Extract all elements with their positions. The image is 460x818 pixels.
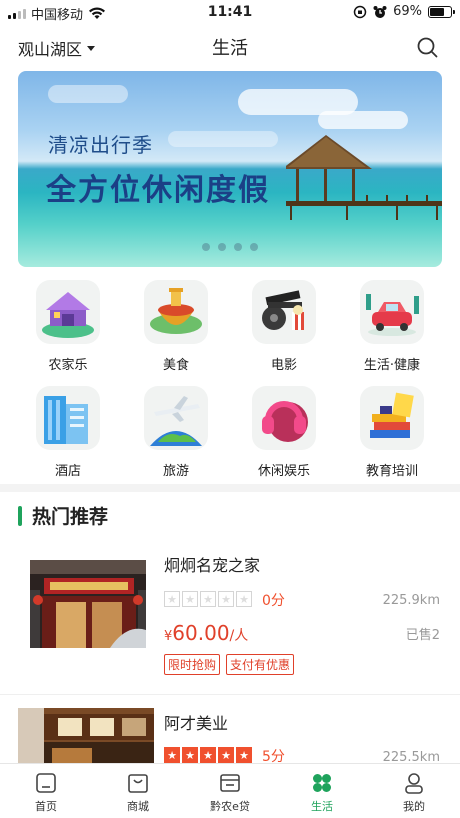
star-icon: ★ [200,591,216,607]
battery-icon [428,5,455,18]
category-label: 教育培训 [365,464,418,479]
distance-label: 225.5km [382,750,440,763]
tab-shopping-bag[interactable]: 商城 [92,764,184,818]
category-item[interactable]: 旅游 [126,386,226,479]
rotation-lock-icon [353,5,367,18]
movie-icon [252,280,316,344]
shop-thumbnail [18,708,154,763]
airplane-icon [144,386,208,450]
shopping-bag-icon [126,771,150,795]
banner-headline: 全方位休闲度假 [46,173,270,208]
distance-label: 225.9km [382,593,440,608]
profile-icon [402,771,426,795]
shop-thumbnail [30,560,146,648]
sold-count: 已售2 [405,628,440,643]
farmhouse-icon [36,280,100,344]
category-label: 农家乐 [48,358,88,373]
beach-hut-illustration [286,135,442,220]
battery-percent: 69% [393,4,422,19]
price-label: ¥60.00/人 [164,621,248,645]
hot-section-header: 热门推荐 [18,502,108,529]
alarm-icon [373,5,387,18]
category-grid: 农家乐 美食 电影 生活·健康酒店 旅游 休闲娱乐 教育培训 [0,280,460,480]
carousel-dot[interactable] [202,243,210,251]
row-divider [0,694,460,695]
car-wash-icon [360,280,424,344]
price-unit: /人 [229,628,249,644]
star-icon: ★ [182,747,198,763]
headphones-icon [252,386,316,450]
tab-label: 我的 [403,800,425,813]
carousel-dot[interactable] [234,243,242,251]
shop-name: 炯炯名宠之家 [164,556,261,575]
carousel-dot[interactable] [218,243,226,251]
status-bar: 中国移动 11:41 69% [0,0,460,24]
carousel-indicator [18,243,442,251]
category-label: 酒店 [54,464,81,479]
promo-tag: 限时抢购 [164,654,221,675]
category-item[interactable]: 休闲娱乐 [234,386,334,479]
rating-stars: ★ ★ ★ ★ ★ [164,747,252,763]
page-title: 生活 [212,38,248,59]
category-label: 电影 [270,358,297,373]
tab-home[interactable]: 首页 [0,764,92,818]
star-icon: ★ [182,591,198,607]
tab-label: 首页 [35,800,57,813]
star-icon: ★ [164,591,180,607]
category-item[interactable]: 生活·健康 [342,280,442,373]
category-item[interactable]: 电影 [234,280,334,373]
category-label: 休闲娱乐 [257,464,310,479]
nav-bar: 观山湖区 生活 [0,28,460,68]
banner-subtitle: 清凉出行季 [48,133,153,157]
star-icon: ★ [218,747,234,763]
rating-score: 5分 [262,749,285,763]
promo-banner[interactable]: 清凉出行季 全方位休闲度假 [18,71,442,267]
shop-name: 阿才美业 [164,714,229,733]
star-icon: ★ [218,591,234,607]
status-right: 69% [353,4,455,19]
tab-profile[interactable]: 我的 [368,764,460,818]
category-label: 生活·健康 [363,358,421,373]
clover-icon [310,771,334,795]
wallet-icon [218,771,242,795]
carousel-dot[interactable] [250,243,258,251]
category-item[interactable]: 教育培训 [342,386,442,479]
section-divider [0,484,460,492]
hotpot-icon [144,280,208,344]
home-icon [34,771,58,795]
books-icon [360,386,424,450]
category-item[interactable]: 农家乐 [18,280,118,373]
star-icon: ★ [164,747,180,763]
star-icon: ★ [236,747,252,763]
hot-section-title: 热门推荐 [32,506,109,528]
star-icon: ★ [200,747,216,763]
rating-stars: ★ ★ ★ ★ ★ [164,591,252,607]
section-accent-bar [18,505,22,526]
star-icon: ★ [236,591,252,607]
promo-tags: 限时抢购 支付有优惠 [164,654,295,675]
tab-clover[interactable]: 生活 [276,764,368,818]
category-item[interactable]: 酒店 [18,386,118,479]
bottom-tab-bar: 首页 商城 黔农e贷 生活 我的 [0,763,460,818]
rating-score: 0分 [262,593,285,609]
category-label: 美食 [162,358,189,373]
tab-wallet[interactable]: 黔农e贷 [184,764,276,818]
hotel-icon [36,386,100,450]
tab-label: 黔农e贷 [210,800,250,813]
tab-label: 商城 [127,800,149,813]
category-label: 旅游 [162,464,189,479]
search-icon[interactable] [416,36,438,58]
price-value: 60.00 [172,621,230,645]
category-item[interactable]: 美食 [126,280,226,373]
promo-tag: 支付有优惠 [226,654,295,675]
tab-label: 生活 [311,800,333,813]
shop-card[interactable]: 阿才美业 ★ ★ ★ ★ ★ 5分 225.5km [0,700,460,763]
shop-card[interactable]: 炯炯名宠之家 ★ ★ ★ ★ ★ 0分 225.9km ¥60.00/人 已售2 限时抢… [0,548,460,688]
